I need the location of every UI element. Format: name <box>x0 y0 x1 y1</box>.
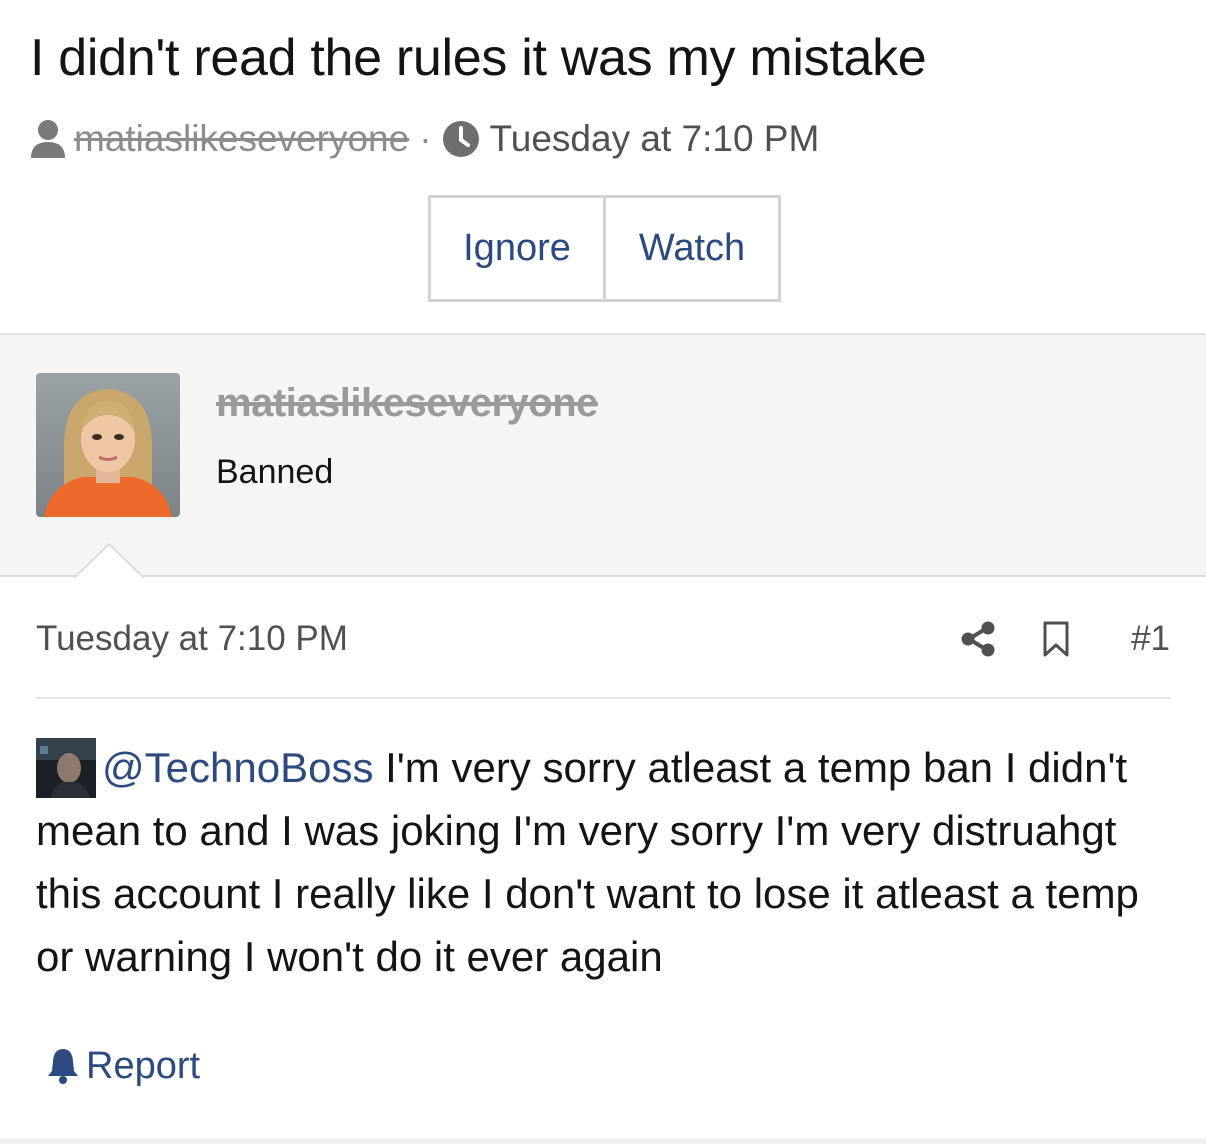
mention-avatar <box>36 738 96 798</box>
post-header: Tuesday at 7:10 PM #1 <box>36 612 1170 666</box>
bell-icon <box>46 1047 80 1085</box>
thread-actions: Ignore Watch <box>428 195 781 302</box>
avatar[interactable] <box>36 373 180 517</box>
post-number-link[interactable]: #1 <box>1131 619 1170 659</box>
user-mention-link[interactable]: @TechnoBoss <box>102 744 373 791</box>
report-label: Report <box>86 1044 201 1087</box>
thread-meta: matiaslikeseveryone · Tuesday at 7:10 PM <box>30 114 819 164</box>
bottom-divider <box>0 1138 1206 1144</box>
user-icon <box>30 119 66 159</box>
user-info-block: matiaslikeseveryone Banned <box>0 333 1206 577</box>
bookmark-icon[interactable] <box>1043 621 1069 657</box>
post-actions: #1 <box>961 619 1170 659</box>
message-pointer <box>74 543 144 579</box>
post-divider <box>36 697 1170 699</box>
user-title: Banned <box>216 453 334 491</box>
post-date[interactable]: Tuesday at 7:10 PM <box>36 619 961 659</box>
post-body: @TechnoBoss I'm very sorry atleast a tem… <box>36 736 1176 988</box>
report-button[interactable]: Report <box>46 1040 200 1092</box>
post-author-name[interactable]: matiaslikeseveryone <box>216 381 598 426</box>
watch-button[interactable]: Watch <box>603 198 778 299</box>
clock-icon <box>442 120 480 158</box>
meta-separator: · <box>419 118 432 159</box>
thread-time[interactable]: Tuesday at 7:10 PM <box>490 118 820 160</box>
ignore-button[interactable]: Ignore <box>431 198 603 299</box>
thread-author-link[interactable]: matiaslikeseveryone <box>74 118 409 160</box>
thread-title: I didn't read the rules it was my mistak… <box>30 29 927 87</box>
share-icon[interactable] <box>961 621 995 657</box>
